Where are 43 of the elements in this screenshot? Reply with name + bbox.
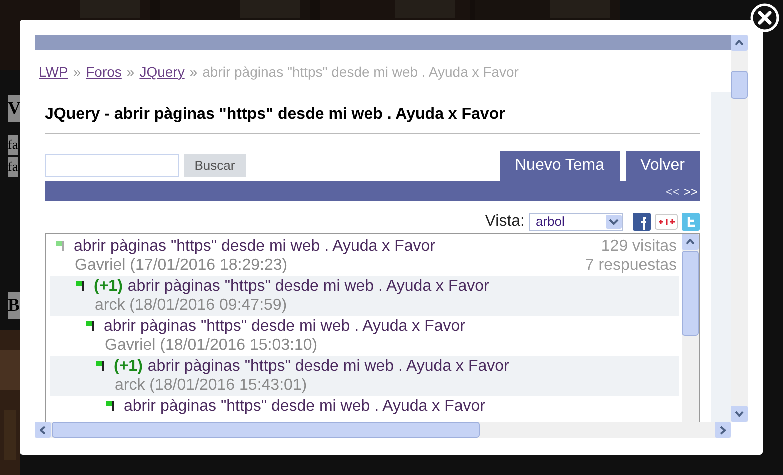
breadcrumb-link[interactable]: LWP: [39, 62, 68, 83]
post-title-link[interactable]: abrir pàginas "https" desde mi web . Ayuda x Favor: [128, 277, 490, 296]
scrollbar-thumb[interactable]: [682, 251, 699, 336]
background-heading: V: [8, 95, 21, 122]
breadcrumb-link[interactable]: Foros: [86, 62, 122, 83]
page-title: JQuery - abrir pàginas "https" desde mi web . Ayuda x Favor: [45, 103, 700, 134]
view-label: Vista:: [485, 212, 525, 232]
breadcrumb-separator: »: [73, 63, 82, 82]
post-title-link[interactable]: abrir pàginas "https" desde mi web . Ayuda x Favor: [124, 397, 486, 416]
close-icon[interactable]: [750, 3, 780, 33]
action-button[interactable]: Nuevo Tema: [500, 151, 620, 181]
background-text: fa: [8, 157, 18, 176]
scrollbar-thumb[interactable]: [731, 71, 748, 99]
google-plus-icon[interactable]: [655, 214, 678, 230]
post-title-link[interactable]: abrir pàginas "https" desde mi web . Ayuda x Favor: [74, 237, 436, 256]
search-field[interactable]: [45, 154, 179, 177]
scrollbar-thumb[interactable]: [52, 422, 480, 438]
post-author: Gavriel (17/01/2016 18:29:23): [75, 256, 288, 275]
twitter-icon[interactable]: [682, 213, 700, 231]
post-author: arck (18/01/2016 15:43:01): [115, 376, 308, 395]
scrollbar[interactable]: [731, 35, 748, 422]
facebook-icon[interactable]: [633, 213, 651, 231]
post-author: Gavriel (18/01/2016 15:03:10): [105, 336, 318, 355]
background-heading: B: [8, 292, 20, 319]
post-stat: 7 respuestas: [585, 256, 677, 275]
horizontal-scrollbar[interactable]: [35, 422, 731, 438]
scrollbar[interactable]: [682, 234, 699, 422]
breadcrumb-separator: »: [126, 63, 135, 82]
search-button[interactable]: Buscar: [184, 154, 246, 177]
previous-link[interactable]: <<: [666, 183, 680, 201]
post-title-link[interactable]: abrir pàginas "https" desde mi web . Ayuda x Favor: [148, 357, 510, 376]
post-title-link[interactable]: abrir pàginas "https" desde mi web . Ayuda x Favor: [104, 317, 466, 336]
breadcrumb-current: abrir pàginas "https" desde mi web . Ayuda x Favor: [202, 63, 519, 82]
action-button[interactable]: Volver: [626, 151, 700, 181]
next-link[interactable]: >>: [684, 183, 698, 201]
score-label: (+1): [94, 277, 123, 296]
score-label: (+1): [114, 357, 143, 376]
background-text: fa: [8, 135, 18, 154]
post-stat: 129 visitas: [601, 237, 677, 256]
view-dropdown[interactable]: arbol: [529, 213, 623, 231]
post-author: arck (18/01/2016 09:47:59): [95, 296, 288, 315]
breadcrumb-separator: »: [190, 63, 198, 82]
breadcrumb-link[interactable]: JQuery: [140, 62, 185, 83]
